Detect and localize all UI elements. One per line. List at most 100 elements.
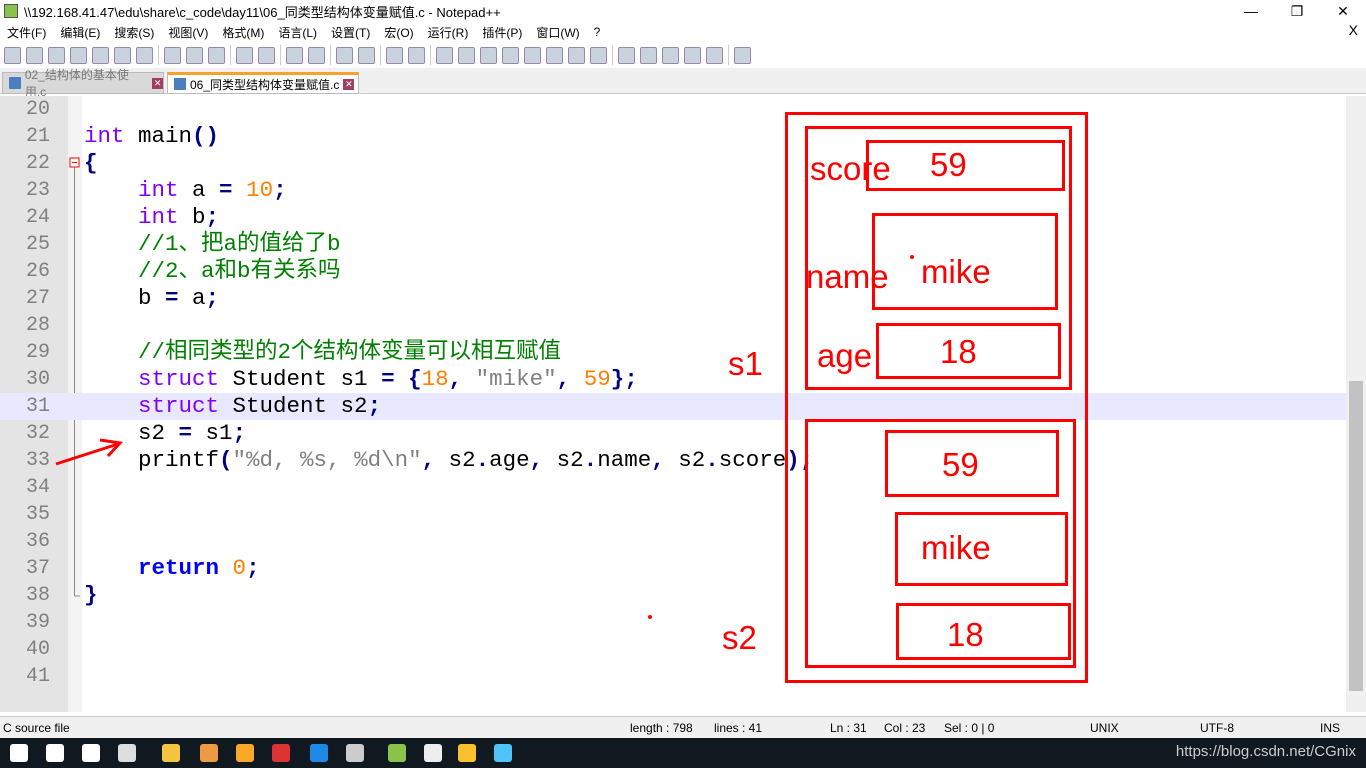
toolbar-button-icon[interactable] bbox=[186, 46, 203, 64]
toolbar-button-icon[interactable] bbox=[70, 46, 87, 64]
code-line[interactable]: 22 { bbox=[0, 150, 1346, 177]
toolbar-button-icon[interactable] bbox=[358, 46, 375, 64]
menu-item[interactable]: 宏(O) bbox=[377, 24, 420, 41]
toolbar-button-icon[interactable] bbox=[208, 46, 225, 64]
code-line[interactable]: 33 printf("%d, %s, %d\n", s2.age, s2.nam… bbox=[0, 447, 1346, 474]
taskbar-app-icon[interactable] bbox=[10, 744, 28, 762]
code-line[interactable]: 28 bbox=[0, 312, 1346, 339]
toolbar-button-icon[interactable] bbox=[662, 46, 679, 64]
toolbar-button-icon[interactable] bbox=[524, 46, 541, 64]
close-tab-icon[interactable]: ✕ bbox=[152, 77, 163, 89]
toolbar-button-icon[interactable] bbox=[164, 46, 181, 64]
menu-item[interactable]: 语言(L) bbox=[271, 24, 324, 41]
menu-item[interactable]: 文件(F) bbox=[0, 24, 53, 41]
toolbar-button-icon[interactable] bbox=[136, 46, 153, 64]
toolbar-button-icon[interactable] bbox=[458, 46, 475, 64]
menu-item[interactable]: 设置(T) bbox=[324, 24, 377, 41]
close-button[interactable]: ✕ bbox=[1320, 0, 1366, 22]
code-line[interactable]: 24 int b; bbox=[0, 204, 1346, 231]
toolbar-button-icon[interactable] bbox=[408, 46, 425, 64]
menu-item[interactable]: ? bbox=[587, 25, 608, 39]
toolbar-button-icon[interactable] bbox=[502, 46, 519, 64]
scrollbar-thumb[interactable] bbox=[1349, 381, 1363, 691]
code-line[interactable]: 36 bbox=[0, 528, 1346, 555]
code-token: , bbox=[421, 447, 436, 473]
code-line[interactable]: 21 int main() bbox=[0, 123, 1346, 150]
menu-item[interactable]: 搜索(S) bbox=[107, 24, 161, 41]
taskbar-app-icon[interactable] bbox=[388, 744, 406, 762]
code-text: //相同类型的2个结构体变量可以相互赋值 bbox=[84, 339, 561, 366]
code-line[interactable]: 25 //1、把a的值给了b bbox=[0, 231, 1346, 258]
menu-item[interactable]: 编辑(E) bbox=[53, 24, 107, 41]
code-line[interactable]: 26 //2、a和b有关系吗 bbox=[0, 258, 1346, 285]
toolbar-button-icon[interactable] bbox=[640, 46, 657, 64]
code-editor[interactable]: 20 21 int main() 22{23 int a = 10; 24 int b;… bbox=[0, 96, 1346, 712]
code-line[interactable]: 39 bbox=[0, 609, 1346, 636]
code-token: return bbox=[138, 555, 220, 581]
code-token: { bbox=[84, 150, 98, 176]
code-line[interactable]: 20 bbox=[0, 96, 1346, 123]
code-line[interactable]: 34 bbox=[0, 474, 1346, 501]
toolbar-button-icon[interactable] bbox=[336, 46, 353, 64]
taskbar-app-icon[interactable] bbox=[424, 744, 442, 762]
vertical-scrollbar[interactable] bbox=[1346, 96, 1366, 712]
line-number: 37 bbox=[25, 557, 50, 580]
taskbar-app-icon[interactable] bbox=[236, 744, 254, 762]
code-line[interactable]: 38} bbox=[0, 582, 1346, 609]
code-line[interactable]: 27 b = a; bbox=[0, 285, 1346, 312]
tab-02[interactable]: 02_结构体的基本使用.c ✕ bbox=[2, 68, 164, 99]
taskbar-app-icon[interactable] bbox=[46, 744, 64, 762]
code-line[interactable]: 35 bbox=[0, 501, 1346, 528]
menu-item[interactable]: 视图(V) bbox=[161, 24, 215, 41]
toolbar-button-icon[interactable] bbox=[48, 46, 65, 64]
toolbar-button-icon[interactable] bbox=[286, 46, 303, 64]
minimize-button[interactable]: — bbox=[1228, 0, 1274, 22]
code-line[interactable]: 30 struct Student s1 = {18, "mike", 59}; bbox=[0, 366, 1346, 393]
annotation-s2-age: 18 bbox=[947, 616, 984, 653]
code-token: . bbox=[475, 447, 490, 473]
toolbar-button-icon[interactable] bbox=[308, 46, 325, 64]
code-line[interactable]: 23 int a = 10; bbox=[0, 177, 1346, 204]
taskbar-app-icon[interactable] bbox=[82, 744, 100, 762]
toolbar-button-icon[interactable] bbox=[4, 46, 21, 64]
maximize-button[interactable]: ❐ bbox=[1274, 0, 1320, 22]
toolbar-button-icon[interactable] bbox=[258, 46, 275, 64]
toolbar-button-icon[interactable] bbox=[480, 46, 497, 64]
taskbar-app-icon[interactable] bbox=[346, 744, 364, 762]
menu-item[interactable]: 运行(R) bbox=[421, 24, 476, 41]
toolbar-button-icon[interactable] bbox=[568, 46, 585, 64]
code-line[interactable]: 32 s2 = s1; bbox=[0, 420, 1346, 447]
taskbar-app-icon[interactable] bbox=[162, 744, 180, 762]
menu-item[interactable]: 插件(P) bbox=[475, 24, 529, 41]
toolbar-button-icon[interactable] bbox=[26, 46, 43, 64]
toolbar-button-icon[interactable] bbox=[386, 46, 403, 64]
toolbar-button-icon[interactable] bbox=[590, 46, 607, 64]
toolbar-button-icon[interactable] bbox=[706, 46, 723, 64]
code-line[interactable]: 31 struct Student s2; bbox=[0, 393, 1346, 420]
toolbar-button-icon[interactable] bbox=[684, 46, 701, 64]
close-document-button[interactable]: X bbox=[1349, 22, 1358, 38]
toolbar-button-icon[interactable] bbox=[92, 46, 109, 64]
close-tab-icon[interactable]: ✕ bbox=[343, 78, 355, 90]
toolbar-button-icon[interactable] bbox=[114, 46, 131, 64]
code-line[interactable]: 40 bbox=[0, 636, 1346, 663]
toolbar-button-icon[interactable] bbox=[236, 46, 253, 64]
menu-item[interactable]: 窗口(W) bbox=[529, 24, 586, 41]
code-line[interactable]: 29 //相同类型的2个结构体变量可以相互赋值 bbox=[0, 339, 1346, 366]
code-line[interactable]: 41 bbox=[0, 663, 1346, 690]
taskbar-app-icon[interactable] bbox=[458, 744, 476, 762]
code-token: age bbox=[489, 447, 530, 473]
toolbar-button-icon[interactable] bbox=[546, 46, 563, 64]
tab-06[interactable]: 06_同类型结构体变量赋值.c ✕ bbox=[167, 72, 359, 94]
menu-item[interactable]: 格式(M) bbox=[215, 24, 271, 41]
taskbar-app-icon[interactable] bbox=[118, 744, 136, 762]
code-line[interactable]: 37 return 0; bbox=[0, 555, 1346, 582]
taskbar-app-icon[interactable] bbox=[272, 744, 290, 762]
taskbar-app-icon[interactable] bbox=[494, 744, 512, 762]
toolbar-button-icon[interactable] bbox=[436, 46, 453, 64]
taskbar-app-icon[interactable] bbox=[200, 744, 218, 762]
taskbar-app-icon[interactable] bbox=[310, 744, 328, 762]
toolbar-button-icon[interactable] bbox=[618, 46, 635, 64]
toolbar-button-icon[interactable] bbox=[734, 46, 751, 64]
